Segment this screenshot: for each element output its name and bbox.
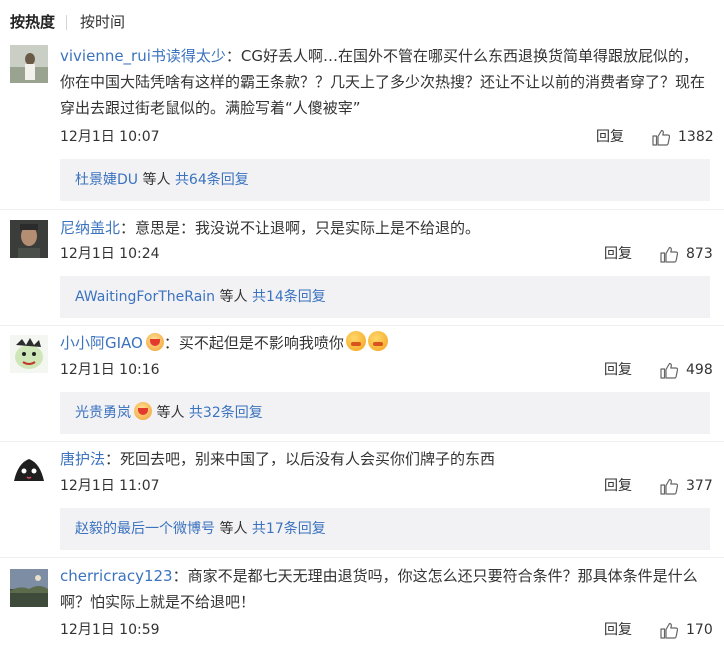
like-count: 498 — [686, 362, 713, 378]
like-button[interactable]: 170 — [660, 619, 713, 641]
vip-badge-icon — [134, 402, 152, 420]
comment-meta: 12月1日 10:24 回复 873 — [60, 243, 713, 265]
sub-reply-connector: 等人 — [215, 289, 252, 305]
like-button[interactable]: 377 — [660, 475, 713, 497]
avatar-image-icon — [10, 569, 48, 607]
avatar[interactable] — [10, 335, 48, 373]
reply-button[interactable]: 回复 — [604, 619, 632, 641]
sub-reply-username[interactable]: 杜景婕DU — [75, 172, 138, 188]
comment-username[interactable]: 小小阿GIAO — [60, 334, 143, 352]
angry-face-emoji-icon — [367, 331, 388, 351]
comment-meta: 12月1日 10:16 回复 498 — [60, 359, 713, 381]
like-count: 170 — [686, 622, 713, 638]
sub-reply-count[interactable]: 共17条回复 — [252, 521, 326, 537]
comment-body: 唐护法：死回去吧，别来中国了，以后没有人会买你们牌子的东西 — [60, 450, 496, 468]
comment-time: 12月1日 10:59 — [60, 622, 160, 638]
comment-time: 12月1日 10:07 — [60, 129, 160, 145]
thumbs-up-icon — [660, 622, 678, 639]
sub-replies[interactable]: 赵毅的最后一个微博号 等人 共17条回复 — [60, 508, 710, 550]
sub-replies[interactable]: 杜景婕DU 等人 共64条回复 — [60, 159, 710, 201]
comment-time: 12月1日 10:24 — [60, 246, 160, 262]
comment-text: 意思是：我没说不让退啊，只是实际上是不给退的。 — [135, 219, 481, 237]
comment-body: 尼纳盖北：意思是：我没说不让退啊，只是实际上是不给退的。 — [60, 219, 481, 237]
avatar[interactable] — [10, 451, 48, 489]
sort-bar: 按热度 按时间 — [0, 0, 724, 44]
like-count: 873 — [686, 246, 713, 262]
divider — [0, 325, 724, 326]
sub-reply-connector: 等人 — [215, 521, 252, 537]
thumbs-up-icon — [660, 246, 678, 263]
comment-body: cherricracy123：商家不是都七天无理由退货吗，你这怎么还只要符合条件… — [60, 567, 698, 611]
comment-username[interactable]: vivienne_rui书读得太少 — [60, 47, 226, 65]
comment-meta: 12月1日 10:59 回复 170 — [60, 619, 713, 641]
avatar-image-icon — [10, 220, 48, 258]
avatar[interactable] — [10, 220, 48, 258]
sort-by-time-tab[interactable]: 按时间 — [80, 11, 125, 33]
comment-body: 小小阿GIAO ：买不起但是不影响我喷你 — [60, 330, 706, 356]
sub-replies[interactable]: AWaitingForTheRain 等人 共14条回复 — [60, 276, 710, 318]
avatar[interactable] — [10, 45, 48, 83]
comment-username[interactable]: cherricracy123 — [60, 567, 173, 585]
thumbs-up-icon — [660, 478, 678, 495]
comment-meta: 12月1日 11:07 回复 377 — [60, 475, 713, 497]
comment-username[interactable]: 尼纳盖北 — [60, 219, 120, 237]
sub-reply-username[interactable]: 光贵勇岚 — [75, 405, 131, 421]
sort-divider — [66, 15, 67, 30]
comment-time: 12月1日 11:07 — [60, 478, 160, 494]
reply-button[interactable]: 回复 — [596, 126, 624, 148]
reply-button[interactable]: 回复 — [604, 243, 632, 265]
comment-meta: 12月1日 10:07 回复 1382 — [60, 126, 714, 148]
angry-face-emoji-icon — [345, 331, 366, 351]
reply-button[interactable]: 回复 — [604, 359, 632, 381]
sub-reply-count[interactable]: 共32条回复 — [189, 405, 263, 421]
avatar-image-icon — [10, 451, 48, 489]
sub-reply-connector: 等人 — [138, 172, 175, 188]
sub-replies[interactable]: 光贵勇岚 等人 共32条回复 — [60, 392, 710, 434]
like-button[interactable]: 873 — [660, 243, 713, 265]
thumbs-up-icon — [652, 129, 670, 146]
sub-reply-connector: 等人 — [152, 405, 189, 421]
avatar-image-icon — [10, 335, 48, 373]
comment-text: 买不起但是不影响我喷你 — [178, 334, 344, 352]
divider — [0, 441, 724, 442]
like-button[interactable]: 498 — [660, 359, 713, 381]
reply-button[interactable]: 回复 — [604, 475, 632, 497]
thumbs-up-icon — [660, 362, 678, 379]
sub-reply-username[interactable]: 赵毅的最后一个微博号 — [75, 521, 215, 537]
like-button[interactable]: 1382 — [652, 126, 714, 148]
like-count: 377 — [686, 478, 713, 494]
comment-body: vivienne_rui书读得太少：CG好丢人啊…在国外不管在哪买什么东西退换货… — [60, 47, 706, 117]
sub-reply-username[interactable]: AWaitingForTheRain — [75, 289, 215, 305]
avatar[interactable] — [10, 569, 48, 607]
like-count: 1382 — [678, 129, 714, 145]
vip-badge-icon — [145, 333, 164, 351]
comment-username[interactable]: 唐护法 — [60, 450, 105, 468]
comment-text: 死回去吧，别来中国了，以后没有人会买你们牌子的东西 — [120, 450, 496, 468]
divider — [0, 557, 724, 558]
comment-time: 12月1日 10:16 — [60, 362, 160, 378]
divider — [0, 209, 724, 210]
sub-reply-count[interactable]: 共64条回复 — [175, 172, 249, 188]
avatar-image-icon — [10, 45, 48, 83]
sort-by-hot-tab[interactable]: 按热度 — [10, 11, 55, 33]
sub-reply-count[interactable]: 共14条回复 — [252, 289, 326, 305]
